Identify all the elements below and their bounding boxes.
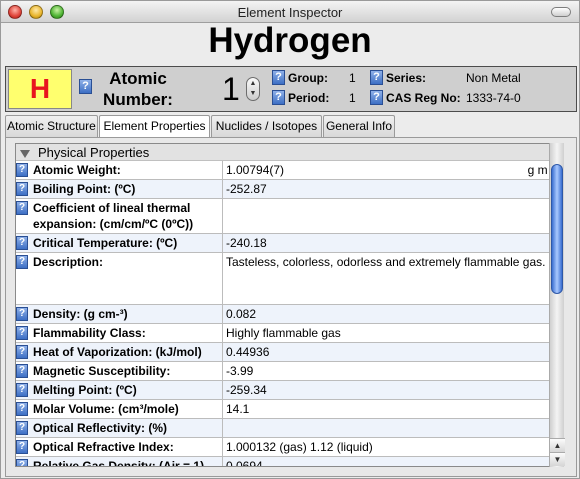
tab-atomic-structure[interactable]: Atomic Structure bbox=[5, 115, 98, 137]
disclosure-triangle-icon[interactable] bbox=[20, 149, 30, 158]
atomic-number-help-icon[interactable]: ? bbox=[79, 79, 92, 94]
stepper-down-icon[interactable]: ▼ bbox=[247, 89, 259, 99]
property-label: Boiling Point: (ºC) bbox=[30, 180, 223, 198]
cas-value: 1333-74-0 bbox=[466, 91, 521, 105]
atomic-number-value: 1 bbox=[222, 71, 240, 107]
series-value: Non Metal bbox=[466, 71, 521, 85]
help-icon[interactable]: ? bbox=[16, 254, 28, 269]
physical-properties-header[interactable]: Physical Properties bbox=[16, 144, 558, 161]
property-value: -3.99 bbox=[226, 364, 254, 378]
property-value: 14.1 bbox=[226, 402, 250, 416]
property-label: Description: bbox=[30, 253, 223, 304]
table-row: ? Flammability Class: Highly flammable g… bbox=[16, 324, 558, 343]
toolbar-toggle-button[interactable] bbox=[551, 7, 571, 17]
period-label: Period: bbox=[288, 91, 330, 105]
property-label: Atomic Weight: bbox=[30, 161, 223, 179]
help-icon[interactable]: ? bbox=[16, 235, 28, 250]
table-row: ? Boiling Point: (ºC) -252.87 bbox=[16, 180, 558, 199]
property-label: Heat of Vaporization: (kJ/mol) bbox=[30, 343, 223, 361]
table-row: ? Coefficient of lineal thermal expansio… bbox=[16, 199, 558, 234]
table-row: ? Optical Refractive Index: 1.000132 (ga… bbox=[16, 438, 558, 457]
vertical-scrollbar[interactable]: ▲ ▼ bbox=[549, 143, 565, 467]
element-properties-panel: Physical Properties ? Atomic Weight: 1.0… bbox=[5, 137, 577, 477]
atomic-number-label-text: Atomic Number: bbox=[103, 69, 173, 109]
element-name-heading: Hydrogen bbox=[208, 21, 372, 60]
help-icon[interactable]: ? bbox=[16, 200, 28, 215]
element-inspector-window: Element Inspector Hydrogen H ? Atomic Nu… bbox=[0, 0, 580, 479]
stepper-up-icon[interactable]: ▲ bbox=[247, 79, 259, 89]
table-row: ? Molar Volume: (cm³/mole) 14.1 bbox=[16, 400, 558, 419]
help-icon[interactable]: ? bbox=[16, 401, 28, 416]
table-row: ? Optical Reflectivity: (%) bbox=[16, 419, 558, 438]
scroll-down-arrow-icon[interactable]: ▼ bbox=[550, 452, 565, 466]
property-value: 1.000132 (gas) 1.12 (liquid) bbox=[226, 440, 373, 454]
table-row: ? Critical Temperature: (ºC) -240.18 bbox=[16, 234, 558, 253]
property-value: 0.0694 bbox=[226, 459, 263, 467]
table-row: ? Magnetic Susceptibility: -3.99 bbox=[16, 362, 558, 381]
property-label: Flammability Class: bbox=[30, 324, 223, 342]
property-value: -259.34 bbox=[226, 383, 267, 397]
cas-help-icon[interactable]: ? bbox=[370, 90, 383, 105]
table-row: ? Heat of Vaporization: (kJ/mol) 0.44936 bbox=[16, 343, 558, 362]
atomic-number-stepper[interactable]: ▲ ▼ bbox=[246, 77, 260, 101]
window-title: Element Inspector bbox=[237, 5, 343, 20]
group-value: 1 bbox=[349, 71, 356, 85]
property-label: Optical Refractive Index: bbox=[30, 438, 223, 456]
table-row: ? Description: Tasteless, colorless, odo… bbox=[16, 253, 558, 305]
table-row: ? Atomic Weight: 1.00794(7) g m r bbox=[16, 161, 558, 180]
series-help-icon[interactable]: ? bbox=[370, 70, 383, 85]
help-icon[interactable]: ? bbox=[16, 344, 28, 359]
property-value: 0.44936 bbox=[226, 345, 270, 359]
element-symbol: H bbox=[8, 69, 72, 109]
table-row: ? Relative Gas Density: (Air = 1) 0.0694 bbox=[16, 457, 558, 467]
property-label: Molar Volume: (cm³/mole) bbox=[30, 400, 223, 418]
element-summary-panel: H ? Atomic Number: 1 ▲ ▼ ? Group: 1 ? Pe… bbox=[5, 66, 577, 112]
property-label: Critical Temperature: (ºC) bbox=[30, 234, 223, 252]
tab-element-properties[interactable]: Element Properties bbox=[99, 115, 210, 138]
tab-general-info[interactable]: General Info bbox=[323, 115, 395, 137]
atomic-number-label: Atomic Number: bbox=[98, 68, 178, 110]
scroll-up-arrow-icon[interactable]: ▲ bbox=[550, 438, 565, 452]
series-label: Series: bbox=[386, 71, 427, 85]
property-value: 0.082 bbox=[226, 307, 257, 321]
property-value: Tasteless, colorless, odorless and extre… bbox=[226, 255, 546, 269]
group-help-icon[interactable]: ? bbox=[272, 70, 285, 85]
property-label: Optical Reflectivity: (%) bbox=[30, 419, 223, 437]
property-value: 1.00794(7) bbox=[226, 163, 285, 177]
scrollbar-thumb[interactable] bbox=[551, 164, 563, 294]
help-icon[interactable]: ? bbox=[16, 181, 28, 196]
properties-list: Physical Properties ? Atomic Weight: 1.0… bbox=[15, 143, 559, 467]
property-label: Density: (g cm-³) bbox=[30, 305, 223, 323]
help-icon[interactable]: ? bbox=[16, 363, 28, 378]
period-help-icon[interactable]: ? bbox=[272, 90, 285, 105]
help-icon[interactable]: ? bbox=[16, 382, 28, 397]
table-row: ? Density: (g cm-³) 0.082 bbox=[16, 305, 558, 324]
property-value: -240.18 bbox=[226, 236, 267, 250]
help-icon[interactable]: ? bbox=[16, 325, 28, 340]
table-row: ? Melting Point: (ºC) -259.34 bbox=[16, 381, 558, 400]
property-value: -252.87 bbox=[226, 182, 267, 196]
period-value: 1 bbox=[349, 91, 356, 105]
property-value bbox=[223, 419, 558, 437]
help-icon[interactable]: ? bbox=[16, 420, 28, 435]
help-icon[interactable]: ? bbox=[16, 306, 28, 321]
property-label: Melting Point: (ºC) bbox=[30, 381, 223, 399]
property-label: Magnetic Susceptibility: bbox=[30, 362, 223, 380]
property-label: Coefficient of lineal thermal expansion:… bbox=[30, 199, 223, 233]
title-bar[interactable]: Element Inspector bbox=[1, 1, 579, 23]
help-icon[interactable]: ? bbox=[16, 458, 28, 466]
properties-table: ? Atomic Weight: 1.00794(7) g m r ? Boili… bbox=[16, 161, 558, 467]
property-value bbox=[223, 199, 558, 233]
property-value: Highly flammable gas bbox=[226, 326, 341, 340]
section-title: Physical Properties bbox=[38, 145, 150, 160]
help-icon[interactable]: ? bbox=[16, 162, 28, 177]
property-label: Relative Gas Density: (Air = 1) bbox=[30, 457, 223, 466]
cas-label: CAS Reg No: bbox=[386, 91, 461, 105]
group-label: Group: bbox=[288, 71, 328, 85]
help-icon[interactable]: ? bbox=[16, 439, 28, 454]
tab-nuclides-isotopes[interactable]: Nuclides / Isotopes bbox=[211, 115, 322, 137]
